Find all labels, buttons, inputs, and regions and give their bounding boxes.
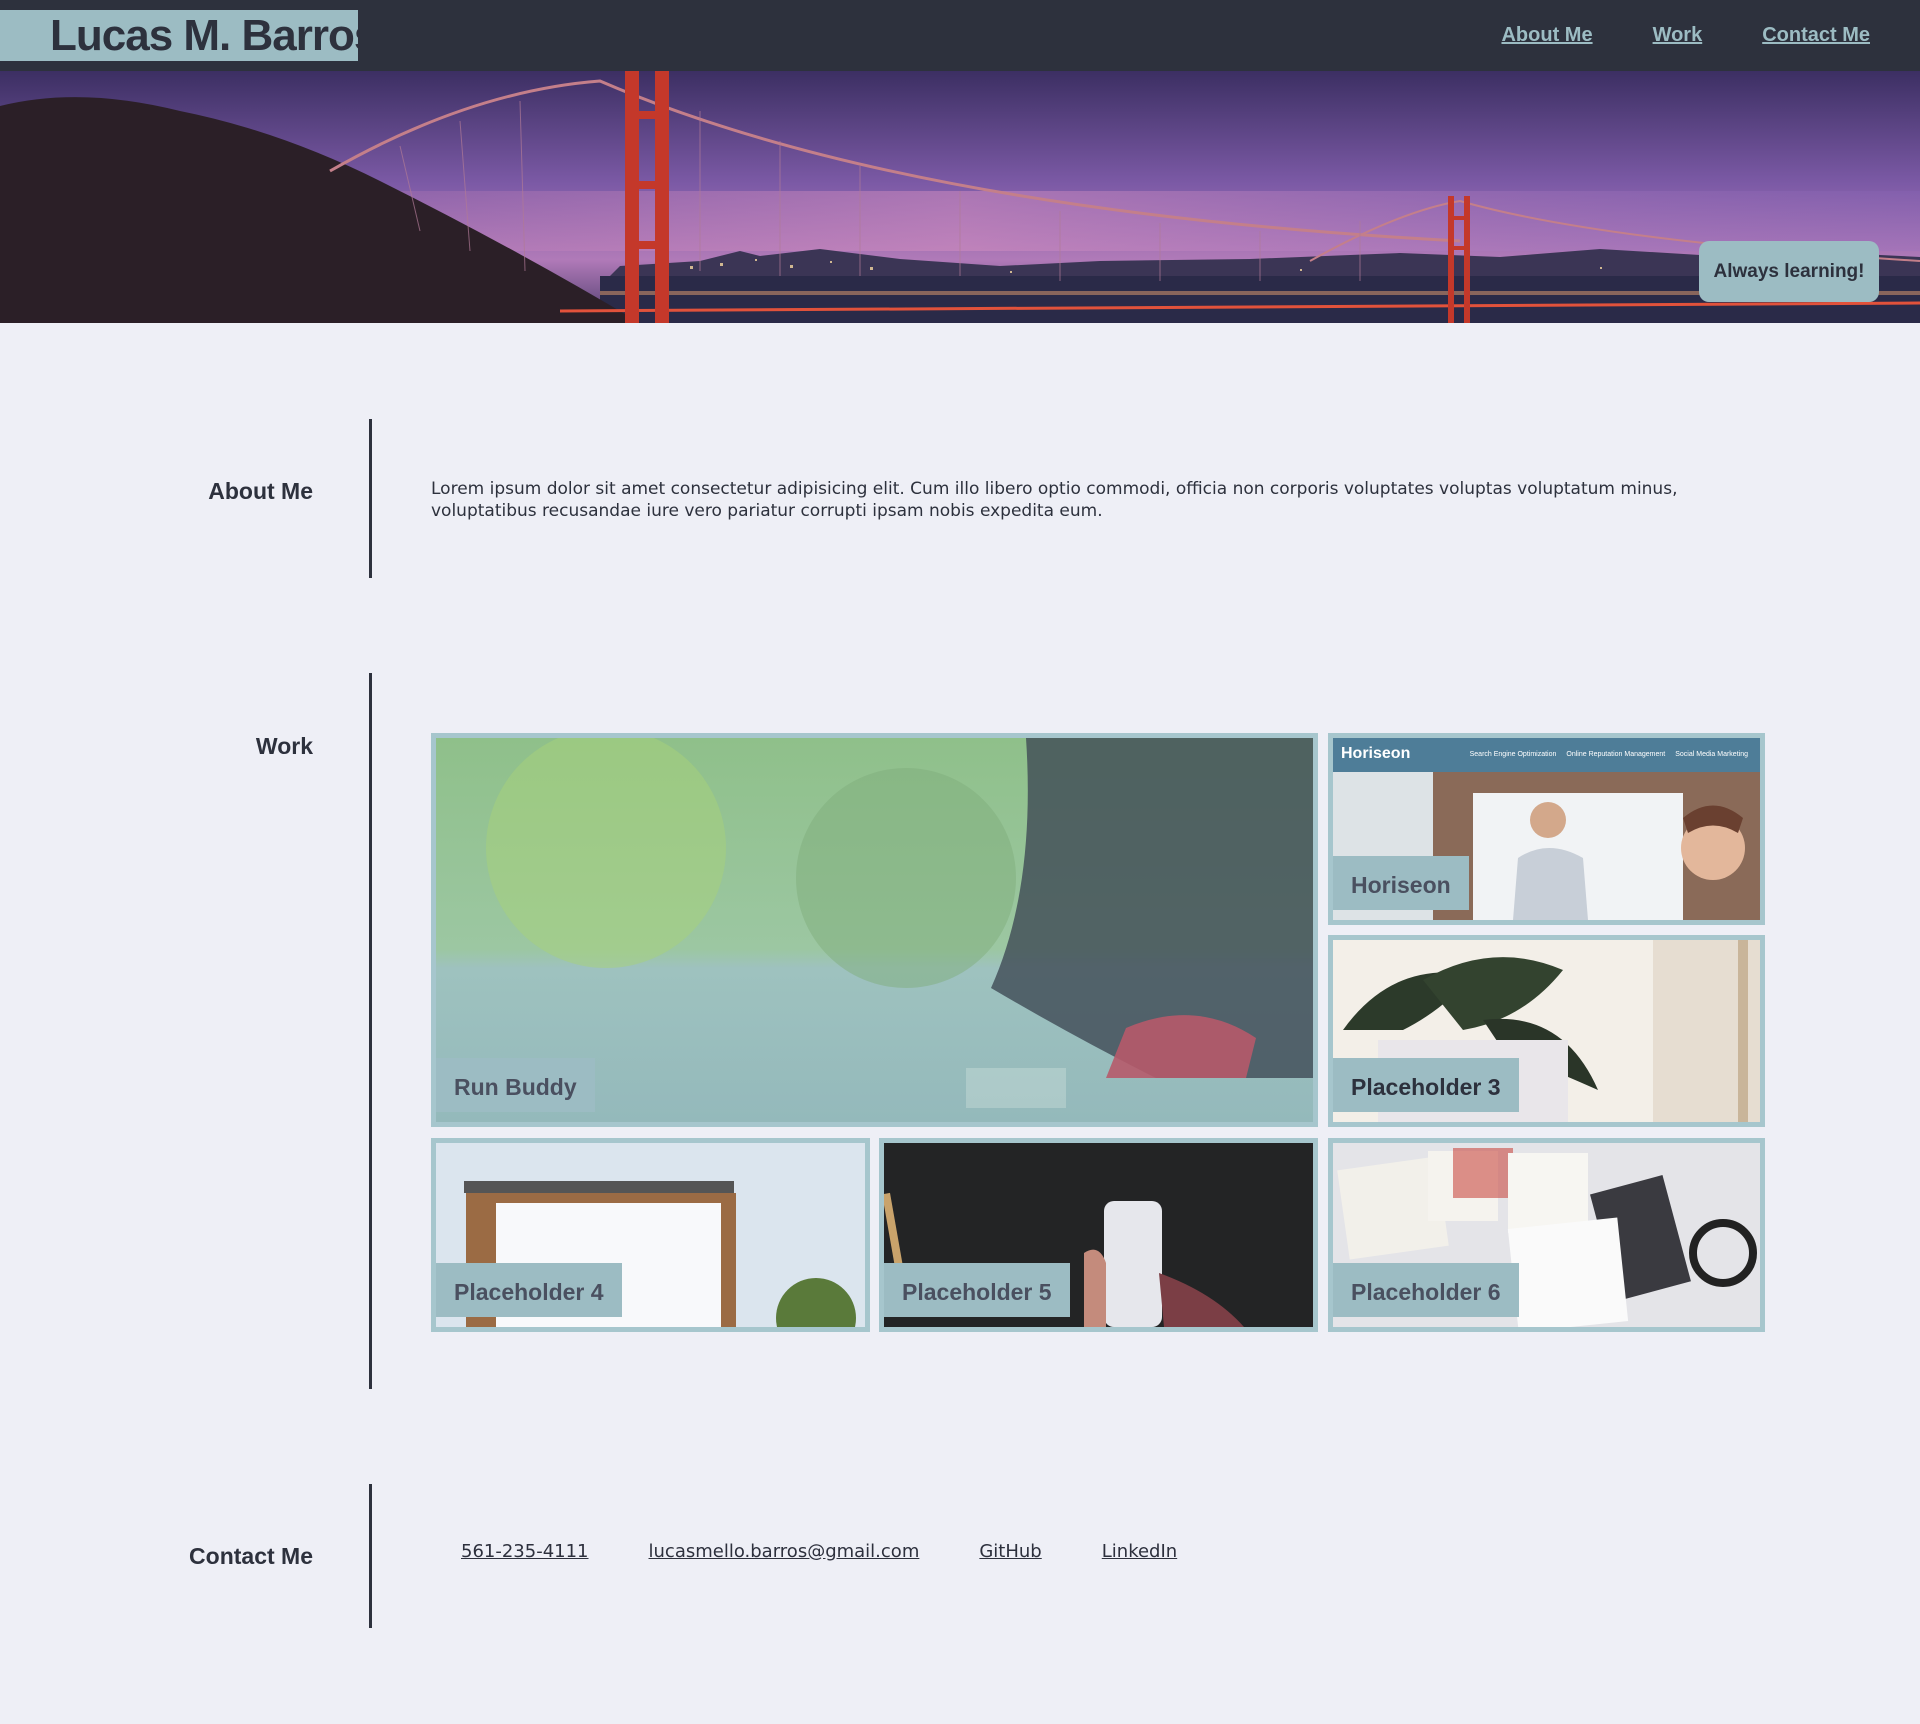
horiseon-screenshot-brand: Horiseon	[1341, 745, 1411, 762]
project-card-placeholder-6[interactable]: Placeholder 6	[1328, 1138, 1765, 1332]
horiseon-screenshot-nav: Search Engine Optimization Online Reputa…	[1470, 751, 1748, 758]
site-header: Lucas M. Barros About Me Work Contact Me	[0, 0, 1920, 71]
nav-link-work[interactable]: Work	[1653, 24, 1703, 47]
hero-bridge-image	[0, 71, 1920, 323]
project-card-placeholder-3[interactable]: Placeholder 3	[1328, 935, 1765, 1127]
contact-links: 561-235-4111 lucasmello.barros@gmail.com…	[461, 1541, 1177, 1562]
work-divider	[369, 673, 372, 1389]
main-nav: About Me Work Contact Me	[1501, 24, 1870, 47]
horiseon-screenshot-nav-item: Search Engine Optimization	[1469, 751, 1557, 758]
always-learning-badge: Always learning!	[1699, 241, 1879, 302]
site-brand[interactable]: Lucas M. Barros	[0, 10, 358, 61]
hero-banner: Always learning!	[0, 71, 1920, 323]
project-label-placeholder-5: Placeholder 5	[884, 1263, 1070, 1317]
work-title: Work	[255, 733, 313, 759]
contact-link-linkedin[interactable]: LinkedIn	[1102, 1541, 1177, 1562]
contact-link-github[interactable]: GitHub	[979, 1541, 1041, 1562]
project-label-placeholder-4: Placeholder 4	[436, 1263, 622, 1317]
contact-link-email[interactable]: lucasmello.barros@gmail.com	[649, 1541, 920, 1562]
nav-link-contact-me[interactable]: Contact Me	[1762, 24, 1870, 47]
contact-link-phone[interactable]: 561-235-4111	[461, 1541, 589, 1562]
project-card-placeholder-5[interactable]: Placeholder 5	[879, 1138, 1318, 1332]
about-title: About Me	[208, 478, 313, 504]
horiseon-screenshot-nav-item: Social Media Marketing	[1675, 751, 1748, 758]
project-label-horiseon: Horiseon	[1333, 856, 1469, 910]
project-card-placeholder-4[interactable]: Placeholder 4	[431, 1138, 870, 1332]
about-text: Lorem ipsum dolor sit amet consectetur a…	[431, 479, 1678, 521]
project-card-run-buddy[interactable]: Run Buddy	[431, 733, 1318, 1127]
horiseon-screenshot-nav-item: Online Reputation Management	[1566, 751, 1666, 758]
project-label-placeholder-6: Placeholder 6	[1333, 1263, 1519, 1317]
contact-divider	[369, 1484, 372, 1628]
contact-title: Contact Me	[189, 1543, 313, 1569]
project-card-horiseon[interactable]: Horiseon Search Engine Optimization Onli…	[1328, 733, 1765, 925]
project-label-placeholder-3: Placeholder 3	[1333, 1058, 1519, 1112]
about-divider	[369, 419, 372, 578]
nav-link-about-me[interactable]: About Me	[1501, 24, 1592, 47]
project-label-run-buddy: Run Buddy	[436, 1058, 595, 1112]
